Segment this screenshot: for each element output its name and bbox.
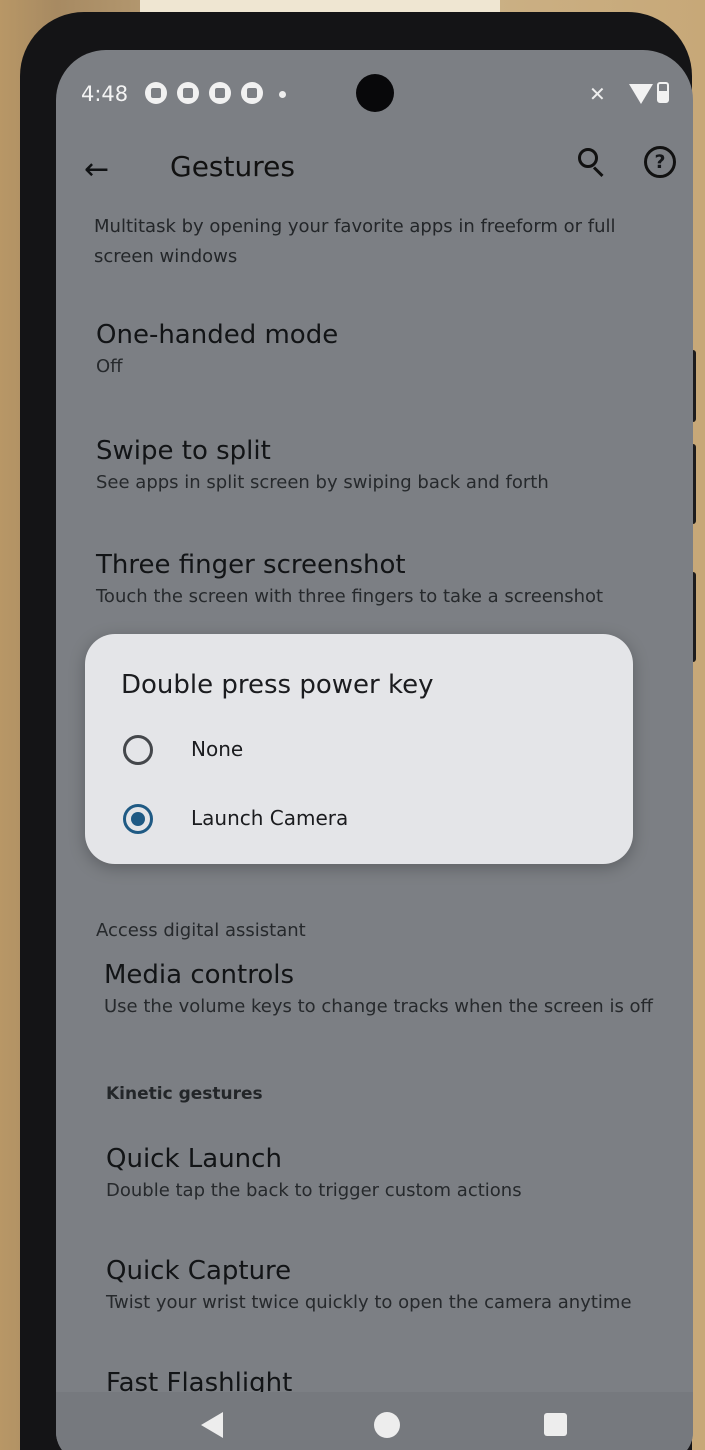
setting-title: One-handed mode	[96, 320, 339, 350]
radio-unselected-icon[interactable]	[123, 735, 153, 765]
more-notifications-dot	[279, 91, 286, 98]
status-time: 4:48	[81, 82, 129, 106]
nav-recents-icon[interactable]	[544, 1413, 567, 1436]
setting-title: Quick Capture	[106, 1256, 292, 1286]
setting-title: Media controls	[104, 960, 295, 990]
wifi-icon	[629, 84, 653, 104]
setting-three-finger-screenshot[interactable]: Three finger screenshot Touch the screen…	[96, 550, 676, 607]
setting-quick-capture[interactable]: Quick Capture Twist your wrist twice qui…	[106, 1256, 686, 1313]
search-icon[interactable]	[576, 146, 612, 182]
setting-summary: Use the volume keys to change tracks whe…	[104, 996, 653, 1017]
setting-summary: Off	[96, 356, 123, 377]
message-icon	[241, 82, 263, 104]
option-none[interactable]: None	[123, 722, 603, 778]
notification-icon-1	[145, 82, 167, 104]
setting-swipe-to-split[interactable]: Swipe to split See apps in split screen …	[96, 436, 676, 493]
back-arrow-icon[interactable]: ←	[84, 152, 109, 187]
help-icon[interactable]: ?	[644, 146, 676, 178]
setting-summary: Twist your wrist twice quickly to open t…	[106, 1292, 632, 1313]
setting-media-controls[interactable]: Media controls Use the volume keys to ch…	[104, 960, 684, 1017]
page-title: Gestures	[170, 150, 295, 183]
bag-icon	[209, 82, 231, 104]
mute-icon: ✕	[589, 82, 606, 106]
double-press-power-key-dialog: Double press power key None Launch Camer…	[85, 634, 633, 864]
setting-title: Quick Launch	[106, 1144, 282, 1174]
battery-icon	[657, 82, 669, 103]
option-label: Launch Camera	[191, 806, 349, 830]
navigation-bar	[56, 1392, 693, 1450]
setting-summary: Touch the screen with three fingers to t…	[96, 586, 604, 607]
setting-quick-launch[interactable]: Quick Launch Double tap the back to trig…	[106, 1144, 686, 1201]
dialog-title: Double press power key	[121, 670, 434, 700]
setting-title: Swipe to split	[96, 436, 271, 466]
section-header-kinetic: Kinetic gestures	[106, 1084, 263, 1104]
app-bar: ← Gestures ?	[56, 140, 693, 200]
status-bar: 4:48 ✕	[81, 78, 671, 110]
setting-one-handed-mode[interactable]: One-handed mode Off	[96, 320, 676, 377]
setting-digital-assistant[interactable]: Access digital assistant	[96, 914, 676, 941]
option-label: None	[191, 737, 244, 761]
nav-back-icon[interactable]	[201, 1412, 223, 1438]
sim-icon	[177, 82, 199, 104]
setting-summary: Double tap the back to trigger custom ac…	[106, 1180, 522, 1201]
radio-selected-icon[interactable]	[123, 804, 153, 834]
freeform-description: Multitask by opening your favorite apps …	[94, 216, 616, 267]
setting-summary: See apps in split screen by swiping back…	[96, 472, 549, 493]
setting-summary: Access digital assistant	[96, 920, 306, 941]
setting-title: Three finger screenshot	[96, 550, 406, 580]
nav-home-icon[interactable]	[374, 1412, 400, 1438]
option-launch-camera[interactable]: Launch Camera	[123, 791, 603, 847]
